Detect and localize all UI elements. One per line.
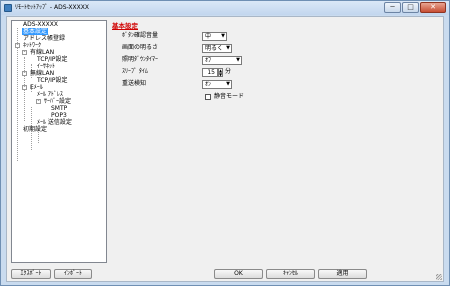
- close-button[interactable]: ✕: [420, 2, 446, 13]
- settings-tree: ADS-XXXXX 基本設定 アドレス帳登録 - ﾈｯﾄﾜｰｸ - 有線LAN …: [11, 20, 107, 263]
- app-icon: [4, 4, 12, 12]
- sleep-time-unit: 分: [225, 68, 232, 75]
- dropdown-arrow-icon: ▼: [226, 45, 230, 51]
- dropdown-arrow-icon: ▼: [236, 57, 240, 63]
- tree-item-mail-address[interactable]: ﾒｰﾙ ｱﾄﾞﾚｽ: [36, 91, 64, 98]
- button-volume-select[interactable]: 中 ▼: [202, 32, 227, 41]
- dropdown-arrow-icon: ▼: [221, 33, 225, 39]
- tree-item-wired-lan[interactable]: 有線LAN: [29, 49, 55, 56]
- sleep-time-label: ｽﾘｰﾌﾟ ﾀｲﾑ: [122, 68, 148, 75]
- minimize-button[interactable]: ─: [384, 2, 401, 13]
- brightness-select[interactable]: 明るく ▼: [202, 44, 232, 53]
- brightness-label: 画面の明るさ: [122, 44, 159, 51]
- client-area: ADS-XXXXX 基本設定 アドレス帳登録 - ﾈｯﾄﾜｰｸ - 有線LAN …: [6, 16, 444, 282]
- ok-button[interactable]: OK: [214, 269, 263, 279]
- tree-item-ethernet[interactable]: ｲｰｻﾈｯﾄ: [36, 63, 56, 70]
- collapse-wired-lan-toggle[interactable]: -: [22, 50, 27, 55]
- tree-item-server-settings[interactable]: ｻｰﾊﾞｰ設定: [43, 98, 72, 105]
- cancel-button[interactable]: ｷｬﾝｾﾙ: [266, 269, 315, 279]
- button-volume-label: ﾎﾞﾀﾝ確認音量: [122, 32, 159, 39]
- collapse-email-toggle[interactable]: -: [22, 85, 27, 90]
- tree-item-network[interactable]: ﾈｯﾄﾜｰｸ: [22, 42, 42, 49]
- panel-title: 基本設定: [112, 22, 138, 30]
- collapse-network-toggle[interactable]: -: [15, 43, 20, 48]
- collapse-server-settings-toggle[interactable]: -: [36, 99, 41, 104]
- dim-timer-label: 照明ﾀﾞｳﾝﾀｲﾏｰ: [122, 56, 159, 63]
- quiet-mode-checkbox[interactable]: [205, 94, 211, 100]
- apply-button[interactable]: 適用: [318, 269, 367, 279]
- tree-item-pop3[interactable]: POP3: [50, 112, 68, 119]
- sleep-time-spinner[interactable]: ▲ ▼: [218, 68, 223, 77]
- quiet-mode-label: 静音モード: [214, 93, 245, 100]
- spin-down-icon: ▼: [219, 71, 223, 77]
- tree-item-initial-settings[interactable]: 初期設定: [22, 126, 48, 133]
- dim-timer-select[interactable]: ｵﾌ ▼: [202, 56, 242, 65]
- title-bar[interactable]: ﾘﾓｰﾄｾｯﾄｱｯﾌﾟ - ADS-XXXXX ─ □ ✕: [1, 1, 449, 15]
- resize-grip[interactable]: [436, 274, 442, 280]
- multifeed-select[interactable]: ｵﾝ ▼: [202, 80, 232, 89]
- tree-item-email[interactable]: Eﾒｰﾙ: [29, 84, 44, 91]
- tree-item-smtp[interactable]: SMTP: [50, 105, 68, 112]
- tree-item-mail-send-settings[interactable]: ﾒｰﾙ 送信設定: [36, 119, 73, 126]
- maximize-button[interactable]: □: [402, 2, 419, 13]
- window-title: ﾘﾓｰﾄｾｯﾄｱｯﾌﾟ - ADS-XXXXX: [15, 4, 89, 11]
- remote-setup-window: ﾘﾓｰﾄｾｯﾄｱｯﾌﾟ - ADS-XXXXX ─ □ ✕ ADS-XXXXX …: [0, 0, 450, 286]
- tree-item-wired-tcpip[interactable]: TCP/IP設定: [36, 56, 69, 63]
- export-button[interactable]: ｴｸｽﾎﾟｰﾄ: [11, 269, 51, 279]
- dropdown-arrow-icon: ▼: [226, 81, 230, 87]
- multifeed-label: 重送検知: [122, 80, 147, 87]
- collapse-wireless-lan-toggle[interactable]: -: [22, 71, 27, 76]
- sleep-time-input[interactable]: 15: [202, 68, 218, 77]
- tree-item-basic-settings[interactable]: 基本設定: [22, 28, 49, 35]
- tree-item-wireless-tcpip[interactable]: TCP/IP設定: [36, 77, 69, 84]
- tree-item-wireless-lan[interactable]: 無線LAN: [29, 70, 55, 77]
- tree-item-address-book[interactable]: アドレス帳登録: [22, 35, 66, 42]
- import-button[interactable]: ｲﾝﾎﾟｰﾄ: [54, 269, 92, 279]
- tree-item-device[interactable]: ADS-XXXXX: [22, 21, 59, 28]
